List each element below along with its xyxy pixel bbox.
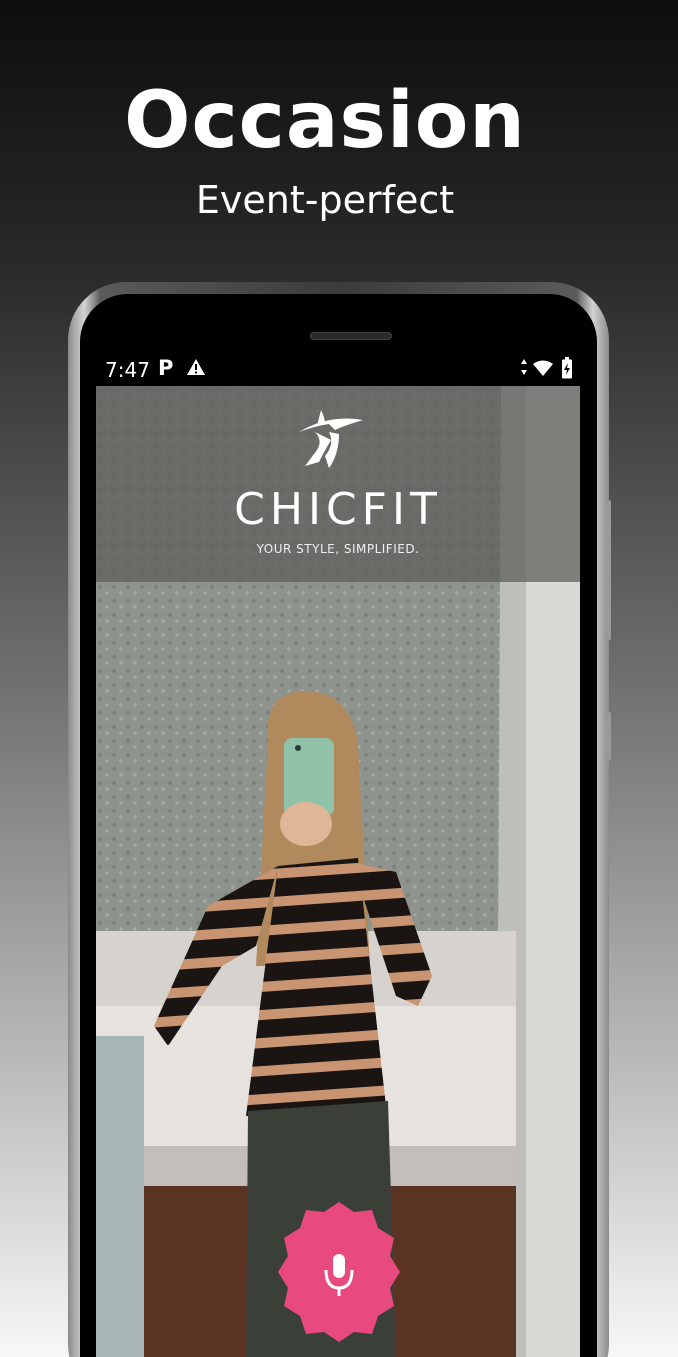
- woman-in-hat-icon: [299, 410, 363, 468]
- hero-title: Occasion: [124, 76, 526, 166]
- brand-name: CHICFIT: [234, 484, 442, 535]
- app-header-banner: CHICFIT YOUR STYLE, SIMPLIFIED.: [96, 386, 580, 582]
- battery-icon: [562, 357, 572, 379]
- status-time: 7:47: [105, 358, 150, 382]
- status-bar: 7:47 P: [96, 352, 580, 386]
- earpiece-speaker: [310, 332, 392, 340]
- voice-input-button[interactable]: [274, 1198, 404, 1346]
- mobile-data-icon: [521, 359, 527, 375]
- camera-view: CHICFIT YOUR STYLE, SIMPLIFIED.: [96, 386, 580, 1357]
- brand-tagline: YOUR STYLE, SIMPLIFIED.: [256, 542, 420, 556]
- volume-button: [607, 500, 611, 640]
- hero-subtitle: Event-perfect: [195, 178, 455, 222]
- power-button: [607, 712, 611, 760]
- wifi-icon: [533, 360, 553, 376]
- parking-icon: P: [158, 356, 174, 380]
- warning-icon: [187, 359, 205, 375]
